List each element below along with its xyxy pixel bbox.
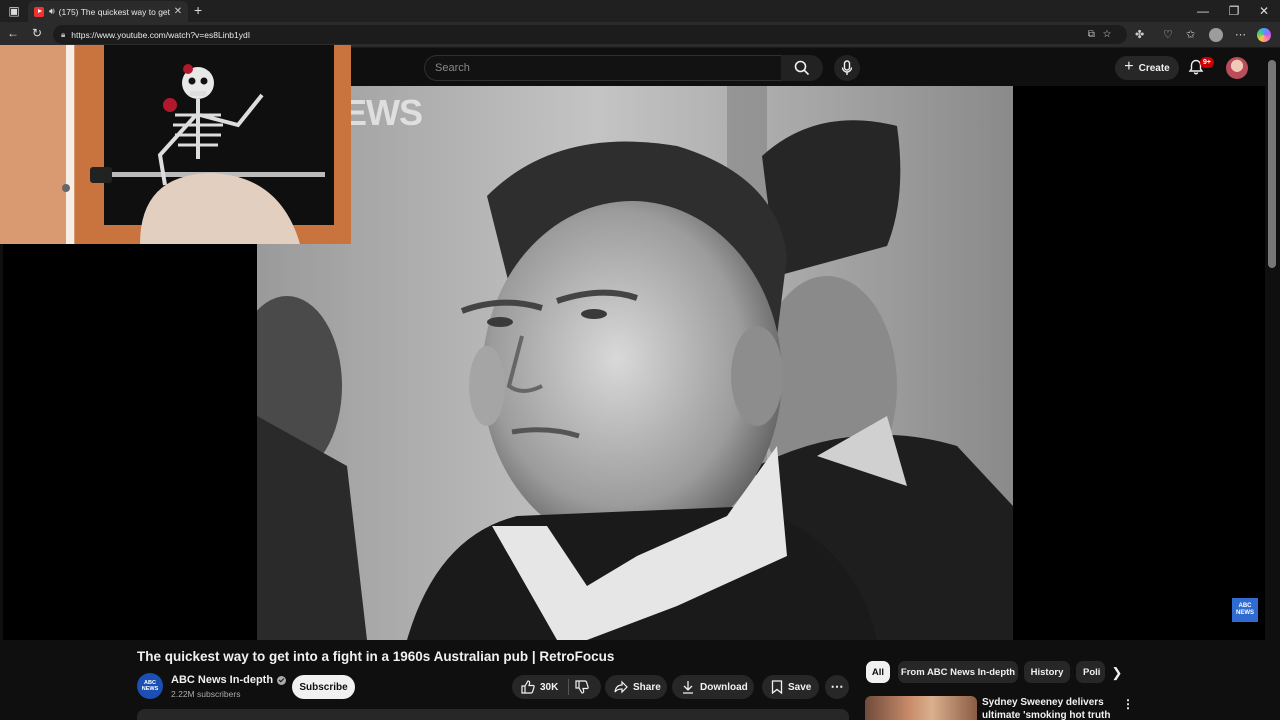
download-icon <box>683 681 693 694</box>
share-icon <box>614 680 628 694</box>
chevron-right-icon[interactable]: ❯ <box>1108 664 1126 682</box>
browser-tab-active[interactable]: 🔊︎ (175) The quickest way to get into a … <box>28 1 188 22</box>
video-title: The quickest way to get into a fight in … <box>137 649 615 664</box>
bookmark-icon <box>771 680 783 694</box>
channel-avatar-text-bottom: NEWS <box>141 686 159 692</box>
microphone-icon <box>841 60 853 75</box>
youtube-favicon-icon <box>34 6 44 17</box>
favorites-icon[interactable]: ✩ <box>1186 28 1195 41</box>
profile-avatar[interactable] <box>1209 28 1223 42</box>
recommended-video-thumbnail[interactable] <box>865 696 977 720</box>
channel-name-link[interactable]: ABC News In-depth <box>171 674 287 686</box>
like-divider <box>568 679 570 695</box>
close-window-icon[interactable]: ✕ <box>1248 0 1280 22</box>
like-button[interactable]: 30K <box>512 680 558 694</box>
browser-essentials-icon[interactable]: ♡ <box>1163 28 1173 41</box>
recommended-video-title[interactable]: Sydney Sweeney delivers ultimate 'smokin… <box>982 696 1112 720</box>
save-button[interactable]: Save <box>762 675 819 699</box>
description-box[interactable] <box>137 709 849 720</box>
page-scrollbar[interactable] <box>1268 60 1276 268</box>
account-avatar[interactable] <box>1226 57 1248 79</box>
abc-news-watermark: EWS <box>343 92 423 133</box>
save-label: Save <box>788 681 812 693</box>
channel-name: ABC News In-depth <box>171 674 274 686</box>
url-text: https://www.youtube.com/watch?v=es8Linb1… <box>71 29 251 40</box>
channel-avatar[interactable]: ABC NEWS <box>137 673 163 699</box>
chip-history[interactable]: History <box>1024 661 1070 683</box>
lock-icon: 🔒︎ <box>61 29 66 39</box>
settings-more-icon[interactable]: ⋯ <box>1235 28 1246 41</box>
verified-check-icon <box>277 675 287 685</box>
thumbs-down-icon[interactable] <box>575 680 590 694</box>
address-bar-actions-icon[interactable]: ⧉☆ <box>1088 29 1119 40</box>
browser-tab-bar: ▣ 🔊︎ (175) The quickest way to get into … <box>0 0 1280 22</box>
extensions-icon[interactable]: ✤ <box>1135 28 1144 41</box>
search-input[interactable] <box>425 56 775 80</box>
chip-from-channel[interactable]: From ABC News In-depth <box>898 661 1018 683</box>
thumbs-up-icon <box>521 680 535 694</box>
notification-badge: 9+ <box>1200 57 1214 68</box>
video-frame-image <box>257 86 1013 640</box>
download-button[interactable]: Download <box>672 675 754 699</box>
chip-all[interactable]: All <box>866 661 890 683</box>
address-bar[interactable]: 🔒︎ https://www.youtube.com/watch?v=es8Li… <box>53 25 1127 44</box>
like-dislike-group: 30K <box>512 675 601 699</box>
subscribe-button[interactable]: Subscribe <box>292 675 355 699</box>
new-tab-icon[interactable]: + <box>194 2 202 18</box>
vertical-more-icon[interactable]: ⋮ <box>1122 697 1134 711</box>
plus-icon: + <box>1124 58 1134 75</box>
back-icon[interactable]: ← <box>4 26 22 40</box>
speaker-icon[interactable]: 🔊︎ <box>49 6 55 17</box>
like-count: 30K <box>540 681 559 693</box>
tab-title: (175) The quickest way to get into a fig… <box>58 6 171 17</box>
subscriber-count: 2.22M subscribers <box>171 689 241 699</box>
webcam-image <box>0 45 351 244</box>
share-button[interactable]: Share <box>605 675 667 699</box>
branding-text-top: ABC <box>1238 603 1252 609</box>
tab-actions-icon[interactable]: ▣ <box>0 0 28 22</box>
webcam-overlay <box>0 45 351 244</box>
branding-text-bottom: NEWS <box>1236 610 1254 616</box>
close-tab-icon[interactable]: ✕ <box>171 6 185 17</box>
create-label: Create <box>1138 62 1170 74</box>
restore-icon[interactable]: ❐ <box>1218 0 1250 22</box>
chip-politics[interactable]: Poli <box>1076 661 1105 683</box>
voice-search-button[interactable] <box>834 55 860 81</box>
create-button[interactable]: + Create <box>1115 56 1179 80</box>
more-horizontal-icon: ⋯ <box>830 679 844 694</box>
share-label: Share <box>633 681 661 693</box>
search-box <box>424 55 782 81</box>
download-label: Download <box>700 681 748 693</box>
more-actions-button[interactable]: ⋯ <box>825 675 849 699</box>
video-frame: EWS <box>257 86 1013 640</box>
refresh-icon[interactable]: ↻ <box>28 26 46 40</box>
channel-branding-watermark[interactable]: ABC NEWS <box>1232 598 1258 622</box>
minimize-icon[interactable]: — <box>1187 0 1219 22</box>
search-button[interactable] <box>781 55 823 81</box>
copilot-icon[interactable] <box>1257 28 1271 42</box>
search-icon <box>794 60 810 76</box>
